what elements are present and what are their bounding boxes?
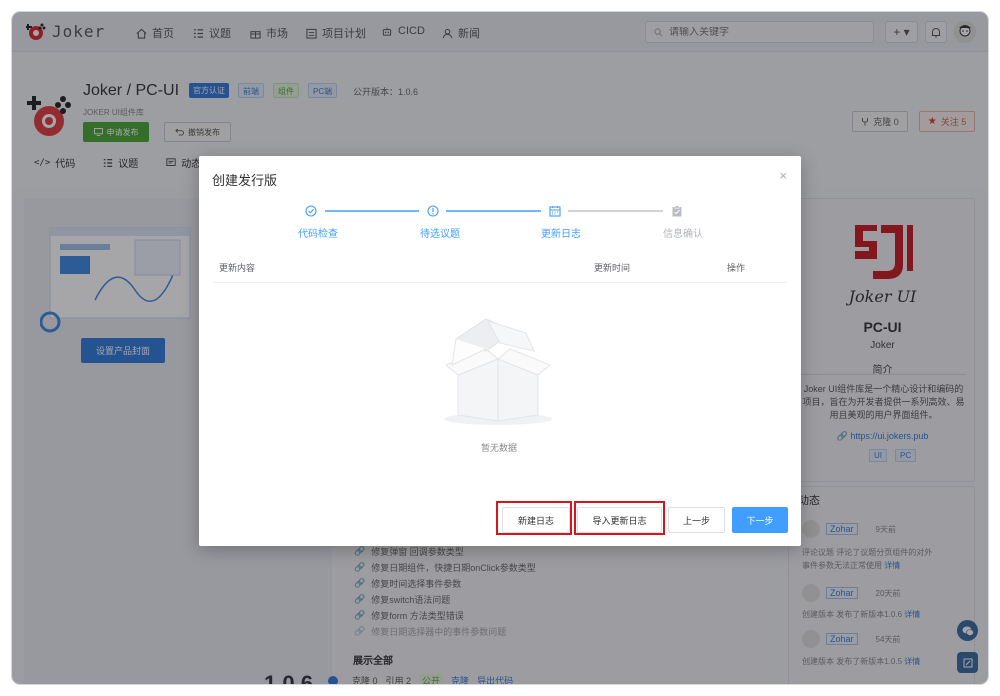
highlight-box [496,501,572,535]
step-changelog: 更新日志 [541,229,581,240]
next-step-button[interactable]: 下一步 [732,507,788,533]
info-circle-icon [427,205,439,217]
column-content: 更新内容 [219,263,256,273]
table-divider [213,282,787,283]
steps-bar [325,210,663,212]
empty-box-icon [444,318,552,425]
step-confirm: 信息确认 [663,229,703,240]
prev-step-button[interactable]: 上一步 [668,507,725,533]
create-release-dialog: 创建发行版 × 代码检查 待选议题 更新日志 信息确认 更新内容 更新时间 操作 [199,156,801,546]
highlight-box [574,501,665,535]
column-time: 更新时间 [594,263,631,273]
empty-text: 暂无数据 [481,443,518,453]
calendar-icon [549,206,561,217]
check-circle-icon [305,205,317,217]
app-window: Joker 首页 议题 市场 项目计划 CICD 新闻 + [12,12,988,684]
column-actions: 操作 [727,263,746,273]
step-code-check: 代码检查 [298,229,338,240]
clipboard-check-icon [672,205,682,217]
step-pending-issues: 待选议题 [420,229,460,240]
